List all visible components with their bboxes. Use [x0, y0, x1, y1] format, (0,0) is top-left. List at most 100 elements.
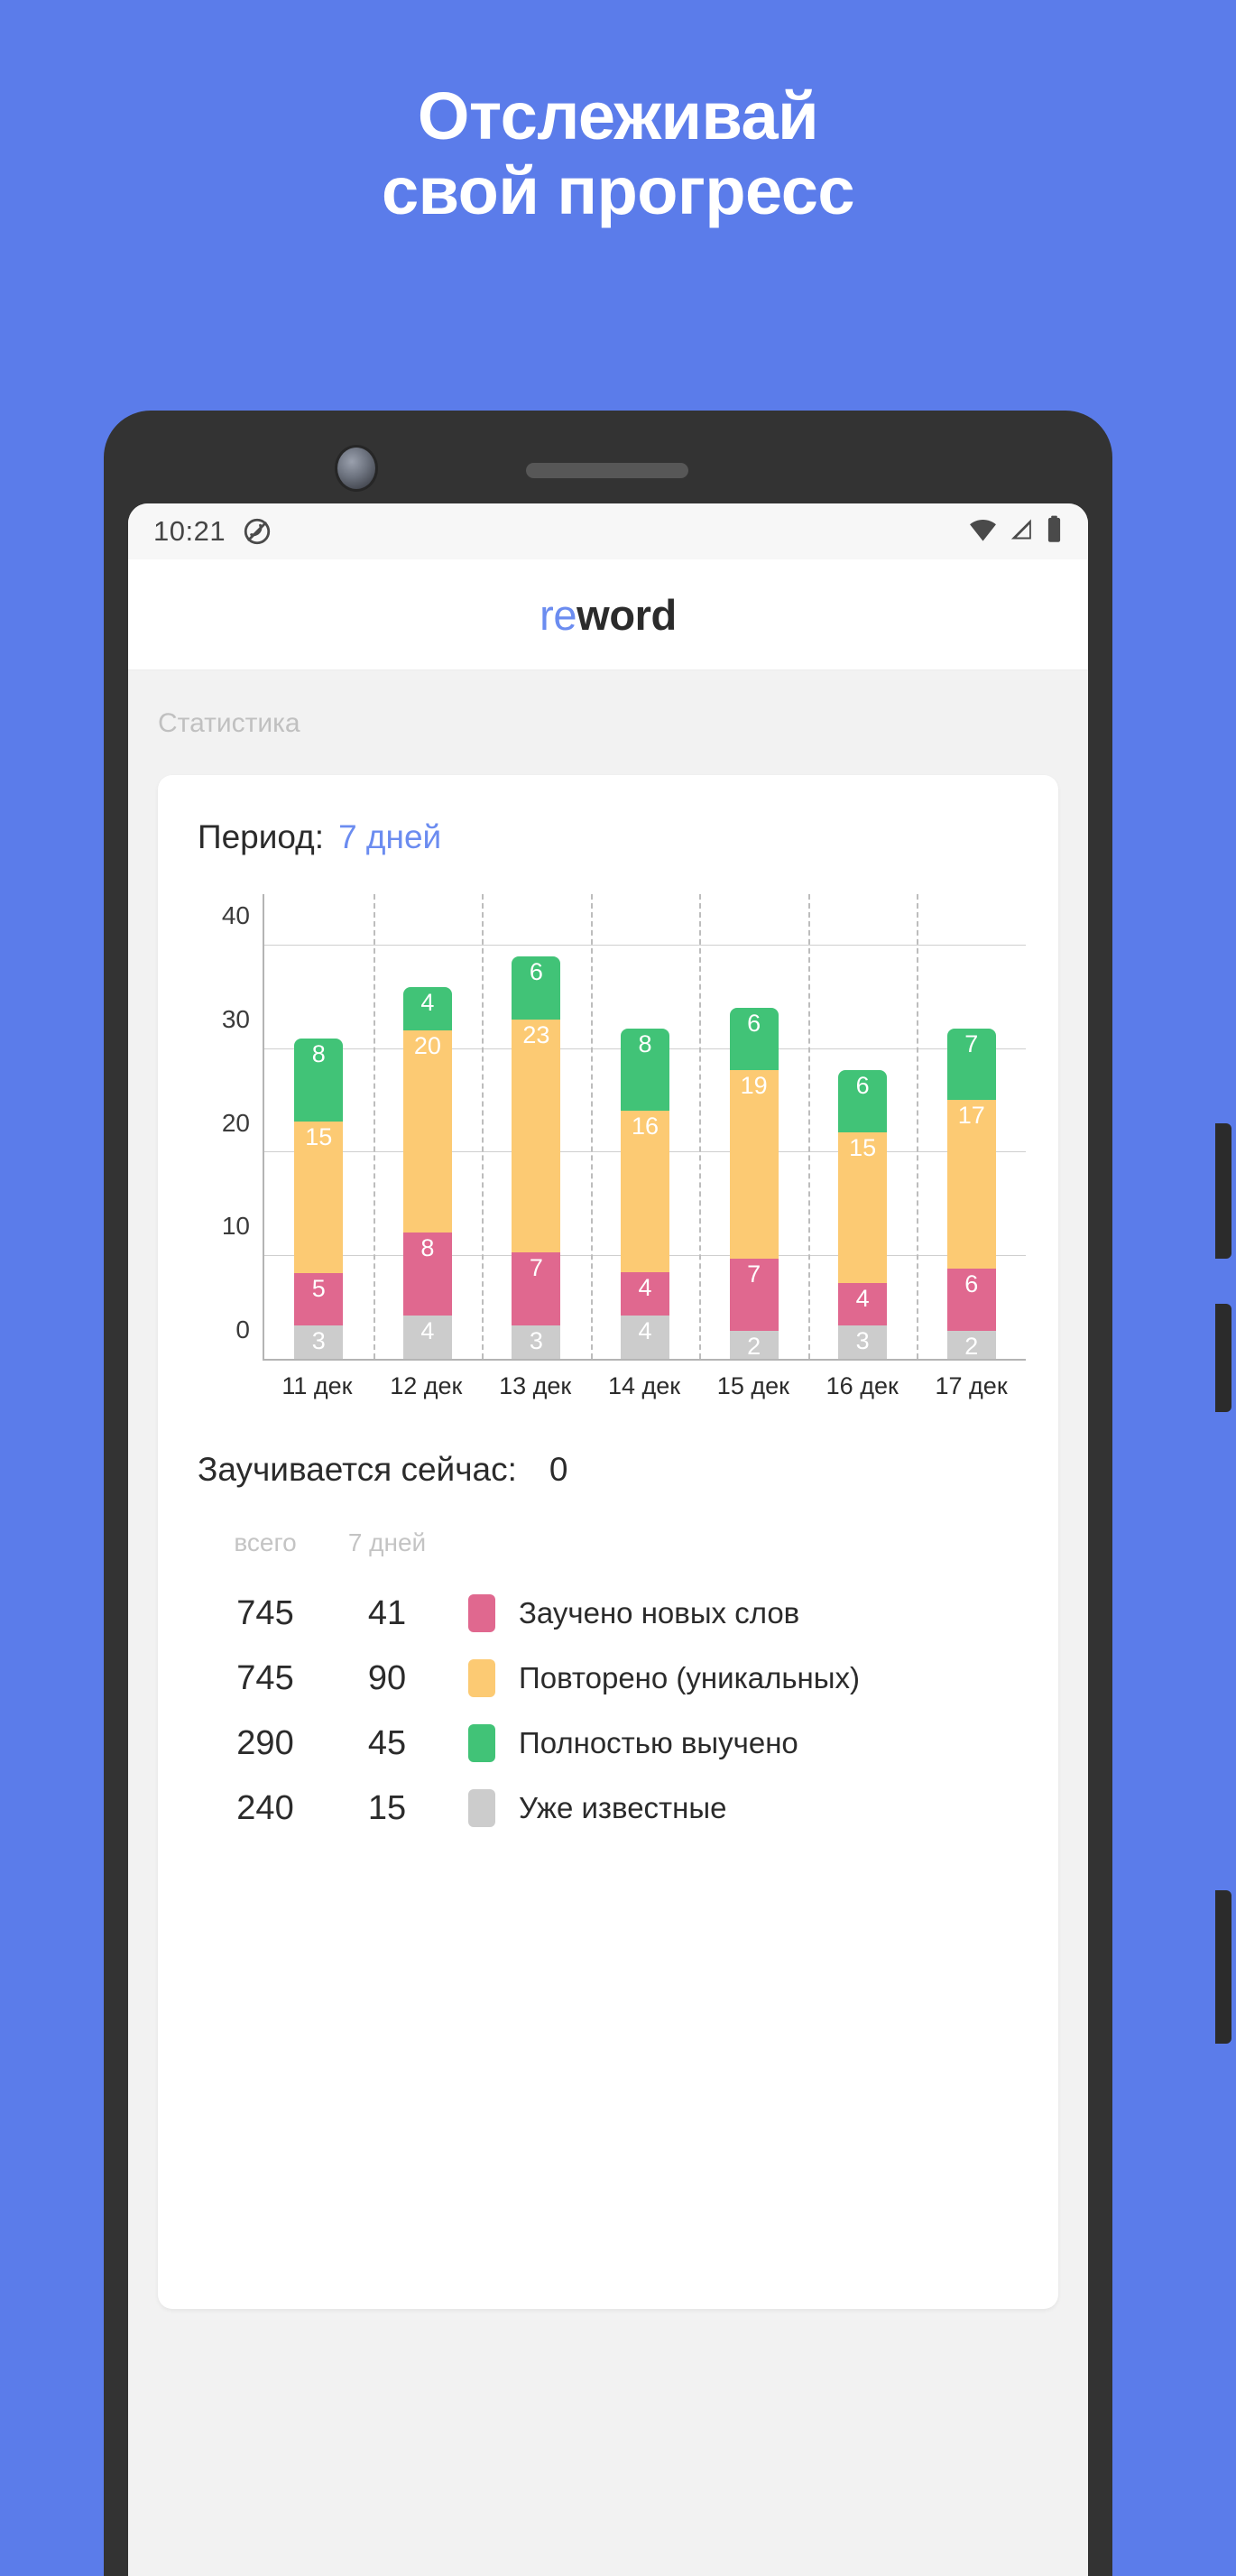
chart-bar-column[interactable]: 8 15 5 3 — [264, 894, 374, 1359]
chart-bar-segment: 16 — [621, 1111, 670, 1273]
chart-x-tick-label: 14 дек — [607, 1372, 681, 1399]
chart-bar-segment: 20 — [402, 1030, 452, 1233]
phone-mockup: 10:21 reword Статистика Период: 7 дней 0… — [104, 411, 1231, 2576]
now-learning-value: 0 — [549, 1451, 568, 1488]
table-header-row: всего 7 дней — [198, 1528, 1058, 1557]
chart-bar-segment: 4 — [621, 1316, 670, 1359]
chart-bar-segment: 2 — [729, 1331, 779, 1359]
chart-bar-segment: 4 — [621, 1272, 670, 1316]
legend-color-swatch — [468, 1594, 495, 1632]
status-bar-indicators — [968, 514, 1063, 549]
table-header-week: 7 дней — [347, 1528, 427, 1556]
chart-bar-segment: 4 — [838, 1282, 888, 1326]
chart-y-tick-label: 40 — [221, 901, 250, 930]
table-row[interactable]: 745 90 Повторено (уникальных) — [198, 1646, 1058, 1711]
table-header-total: всего — [234, 1528, 297, 1556]
app-logo: reword — [540, 590, 677, 640]
now-learning-label: Заучивается сейчас: — [198, 1451, 517, 1488]
progress-chart: 0 10 20 30 40 8 15 5 3 4 20 8 4 6 23 7 3 8 16 4 4 6 19 7 2 6 15 4 3 7… — [183, 894, 1033, 1404]
battery-full-icon — [1046, 514, 1063, 549]
table-cell-total: 745 — [236, 1593, 294, 1632]
period-row: Период: 7 дней — [158, 818, 1058, 856]
chart-bar-segment: 8 — [402, 1233, 452, 1316]
app-logo-suffix: word — [576, 590, 677, 639]
chart-bar-segment: 7 — [729, 1259, 779, 1331]
chart-x-tick-label: 16 дек — [826, 1372, 899, 1399]
chart-bar-segment: 8 — [621, 1028, 670, 1112]
table-row[interactable]: 745 41 Заучено новых слов — [198, 1581, 1058, 1646]
period-value-selector[interactable]: 7 дней — [338, 818, 441, 855]
status-bar: 10:21 — [128, 503, 1088, 559]
chart-bar-segment: 4 — [402, 987, 452, 1030]
earpiece-speaker — [526, 463, 688, 478]
chart-x-tick-label: 11 дек — [281, 1372, 353, 1399]
chart-bar-segment: 6 — [946, 1269, 996, 1331]
table-cell-week: 45 — [367, 1723, 407, 1762]
chart-bar-segment: 15 — [294, 1121, 344, 1273]
table-body: 745 41 Заучено новых слов 745 90 Повторено (у… — [198, 1581, 1058, 1841]
table-cell-label: Уже известные — [519, 1791, 727, 1824]
phone-screen: 10:21 reword Статистика Период: 7 дней 0… — [128, 503, 1088, 2576]
chart-bar-segment: 7 — [512, 1251, 561, 1325]
chart-bar-segment: 17 — [946, 1100, 996, 1270]
wifi-icon — [968, 514, 998, 549]
statistics-table: всего 7 дней 745 41 Заучено новых слов 745 9… — [158, 1528, 1058, 1841]
phone-volume-down-button[interactable] — [1215, 1304, 1231, 1412]
chart-x-tick-label: 13 дек — [499, 1372, 572, 1399]
page-content: Статистика Период: 7 дней 0 10 20 30 40 8 15 5 3 4… — [128, 670, 1088, 2576]
chart-bar-segment: 8 — [294, 1039, 344, 1122]
chart-bar-segment: 4 — [402, 1316, 452, 1359]
app-header: reword — [128, 559, 1088, 670]
chart-bar-segment: 7 — [946, 1028, 996, 1101]
table-cell-week: 15 — [367, 1788, 407, 1827]
table-cell-total: 745 — [236, 1658, 294, 1697]
chart-y-tick-label: 30 — [221, 1005, 250, 1034]
chart-bar-segment: 5 — [294, 1272, 344, 1326]
chart-y-tick-label: 20 — [221, 1108, 250, 1137]
phone-volume-up-button[interactable] — [1215, 1123, 1231, 1259]
chart-bar-segment: 6 — [729, 1007, 779, 1070]
chart-bars: 8 15 5 3 4 20 8 4 6 23 7 3 8 16 4 4 6 19 7 2 6 15 4 3 7 17 6 2 — [264, 894, 1026, 1359]
now-learning-row: Заучивается сейчас: 0 — [158, 1451, 1058, 1489]
phone-power-button[interactable] — [1215, 1890, 1231, 2044]
chart-bar-segment: 23 — [512, 1019, 561, 1252]
table-row[interactable]: 290 45 Полностью выучено — [198, 1711, 1058, 1776]
chart-x-tick-label: 15 дек — [716, 1372, 789, 1399]
chart-bar-column[interactable]: 6 15 4 3 — [808, 894, 918, 1359]
chart-bar-column[interactable]: 7 17 6 2 — [917, 894, 1026, 1359]
table-cell-week: 90 — [367, 1658, 407, 1697]
chart-stacked-bar: 8 16 4 4 — [621, 1028, 670, 1359]
promo-headline-line2: свой прогресс — [381, 152, 855, 228]
chart-plot-area: 0 10 20 30 40 8 15 5 3 4 20 8 4 6 23 7 3 8 16 4 4 6 19 7 2 6 15 4 3 7… — [222, 894, 1026, 1361]
chart-stacked-bar: 7 17 6 2 — [946, 1028, 996, 1359]
chart-bar-segment: 6 — [512, 956, 561, 1020]
table-row[interactable]: 240 15 Уже известные — [198, 1776, 1058, 1841]
legend-color-swatch — [468, 1659, 495, 1697]
chart-bar-segment: 3 — [294, 1325, 344, 1359]
chart-y-tick-label: 0 — [235, 1316, 250, 1343]
front-camera-icon — [335, 445, 378, 492]
chart-bar-column[interactable]: 4 20 8 4 — [374, 894, 483, 1359]
chart-bar-column[interactable]: 6 19 7 2 — [699, 894, 808, 1359]
chart-bar-column[interactable]: 8 16 4 4 — [591, 894, 700, 1359]
chart-x-tick-label: 12 дек — [390, 1372, 463, 1399]
table-cell-label: Заучено новых слов — [519, 1596, 800, 1630]
app-logo-prefix: re — [540, 590, 577, 639]
chart-x-axis-labels: 11 дек 12 дек 13 дек 14 дек 15 дек 16 дек 17 д… — [263, 1372, 1026, 1400]
chart-y-tick-label: 10 — [221, 1212, 250, 1241]
table-cell-label: Полностью выучено — [519, 1726, 798, 1759]
chart-stacked-bar: 4 20 8 4 — [402, 987, 452, 1359]
status-bar-clock: 10:21 — [153, 515, 226, 547]
section-title-statistics: Статистика — [158, 708, 300, 738]
statistics-card: Период: 7 дней 0 10 20 30 40 8 15 5 3 4 20 8 4 6 23 7 3 8 1… — [158, 775, 1058, 2309]
table-cell-label: Повторено (уникальных) — [519, 1661, 860, 1694]
legend-color-swatch — [468, 1724, 495, 1762]
chart-x-tick-label: 17 дек — [935, 1372, 1008, 1399]
chart-bar-column[interactable]: 6 23 7 3 — [482, 894, 591, 1359]
table-cell-total: 290 — [236, 1723, 294, 1762]
chart-stacked-bar: 6 23 7 3 — [512, 956, 561, 1359]
chart-bar-segment: 6 — [838, 1069, 888, 1132]
chart-bar-segment: 15 — [838, 1131, 888, 1283]
chart-bar-segment: 19 — [729, 1069, 779, 1260]
chart-bar-segment: 2 — [946, 1331, 996, 1359]
